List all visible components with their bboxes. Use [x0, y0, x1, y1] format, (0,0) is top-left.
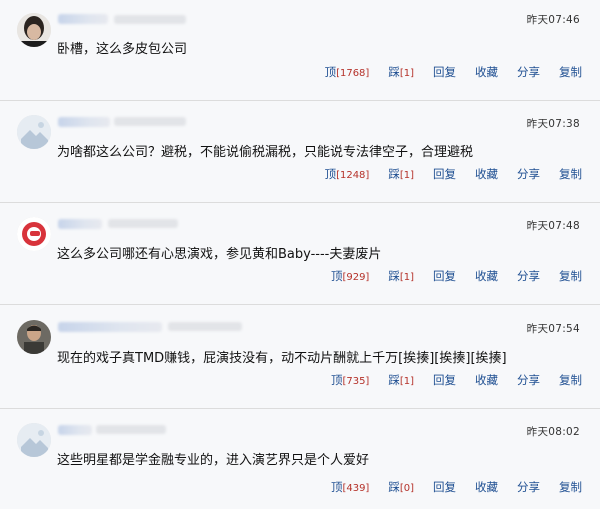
downvote-count: [1]: [399, 170, 414, 181]
comment-actions: 顶[1768] 踩[1] 回复 收藏 分享 复制: [306, 64, 582, 80]
user-location-blurred: [168, 322, 242, 331]
upvote-button[interactable]: 顶[1248]: [325, 166, 370, 182]
downvote-count: [0]: [399, 483, 414, 494]
upvote-count: [439]: [342, 483, 370, 494]
username-blurred[interactable]: [58, 425, 92, 435]
comment-item: 昨天07:46 卧槽，这么多皮包公司 顶[1768] 踩[1] 回复 收藏 分享…: [0, 0, 600, 101]
user-location-blurred: [114, 117, 186, 126]
avatar[interactable]: [17, 217, 51, 251]
copy-button[interactable]: 复制: [559, 166, 582, 182]
copy-button[interactable]: 复制: [559, 372, 582, 388]
default-avatar-icon: [17, 423, 51, 457]
copy-button[interactable]: 复制: [559, 268, 582, 284]
user-location-blurred: [114, 15, 186, 24]
downvote-count: [1]: [399, 376, 414, 387]
comment-time: 昨天07:46: [526, 14, 580, 26]
comment-time: 昨天08:02: [526, 426, 580, 438]
share-button[interactable]: 分享: [517, 166, 540, 182]
comment-time: 昨天07:54: [526, 323, 580, 335]
avatar[interactable]: [17, 423, 51, 457]
downvote-button[interactable]: 踩[0]: [388, 479, 414, 495]
downvote-button[interactable]: 踩[1]: [388, 64, 414, 80]
user-photo-icon: [17, 13, 51, 47]
upvote-button[interactable]: 顶[1768]: [325, 64, 370, 80]
comment-text: 卧槽，这么多皮包公司: [57, 42, 188, 57]
upvote-count: [929]: [342, 272, 370, 283]
downvote-button[interactable]: 踩[1]: [388, 166, 414, 182]
favorite-button[interactable]: 收藏: [475, 166, 498, 182]
comment-item: 昨天07:48 这么多公司哪还有心思演戏，参见黄和Baby----夫妻废片 顶[…: [0, 203, 600, 305]
share-button[interactable]: 分享: [517, 64, 540, 80]
comment-actions: 顶[929] 踩[1] 回复 收藏 分享 复制: [312, 268, 582, 284]
reply-button[interactable]: 回复: [433, 268, 456, 284]
copy-button[interactable]: 复制: [559, 64, 582, 80]
username-blurred[interactable]: [58, 14, 108, 24]
avatar[interactable]: [17, 320, 51, 354]
favorite-button[interactable]: 收藏: [475, 268, 498, 284]
downvote-count: [1]: [399, 68, 414, 79]
reply-button[interactable]: 回复: [433, 479, 456, 495]
default-avatar-icon: [17, 115, 51, 149]
avatar[interactable]: [17, 115, 51, 149]
username-blurred[interactable]: [58, 219, 102, 229]
username-blurred[interactable]: [58, 117, 110, 127]
comment-actions: 顶[1248] 踩[1] 回复 收藏 分享 复制: [306, 166, 582, 182]
user-location-blurred: [96, 425, 166, 434]
share-button[interactable]: 分享: [517, 479, 540, 495]
comment-feed: 昨天07:46 卧槽，这么多皮包公司 顶[1768] 踩[1] 回复 收藏 分享…: [0, 0, 600, 509]
comment-time: 昨天07:38: [526, 118, 580, 130]
comment-item: 昨天07:38 为啥都这么公司？避税，不能说偷税漏税，只能说专法律空子，合理避税…: [0, 101, 600, 203]
favorite-button[interactable]: 收藏: [475, 479, 498, 495]
share-button[interactable]: 分享: [517, 268, 540, 284]
upvote-button[interactable]: 顶[735]: [331, 372, 369, 388]
comment-item: 昨天08:02 这些明星都是学金融专业的，进入演艺界只是个人爱好 顶[439] …: [0, 409, 600, 509]
favorite-button[interactable]: 收藏: [475, 64, 498, 80]
upvote-count: [1248]: [336, 170, 370, 181]
upvote-count: [735]: [342, 376, 370, 387]
comment-actions: 顶[439] 踩[0] 回复 收藏 分享 复制: [312, 479, 582, 495]
comment-item: 昨天07:54 现在的戏子真TMD赚钱，屁演技没有，动不动片酬就上千万[挨揍][…: [0, 305, 600, 409]
comment-text: 现在的戏子真TMD赚钱，屁演技没有，动不动片酬就上千万[挨揍][挨揍][挨揍]: [57, 351, 507, 366]
comment-time: 昨天07:48: [526, 220, 580, 232]
comment-actions: 顶[735] 踩[1] 回复 收藏 分享 复制: [312, 372, 582, 388]
share-button[interactable]: 分享: [517, 372, 540, 388]
favorite-button[interactable]: 收藏: [475, 372, 498, 388]
downvote-count: [1]: [399, 272, 414, 283]
upvote-button[interactable]: 顶[929]: [331, 268, 369, 284]
app-logo-avatar-icon: [17, 217, 51, 251]
comment-text: 为啥都这么公司？避税，不能说偷税漏税，只能说专法律空子，合理避税: [57, 145, 474, 160]
avatar[interactable]: [17, 13, 51, 47]
comment-text: 这些明星都是学金融专业的，进入演艺界只是个人爱好: [57, 453, 370, 468]
user-photo-icon: [17, 320, 51, 354]
comment-text: 这么多公司哪还有心思演戏，参见黄和Baby----夫妻废片: [57, 247, 382, 262]
upvote-count: [1768]: [336, 68, 370, 79]
user-location-blurred: [108, 219, 178, 228]
upvote-button[interactable]: 顶[439]: [331, 479, 369, 495]
reply-button[interactable]: 回复: [433, 166, 456, 182]
reply-button[interactable]: 回复: [433, 64, 456, 80]
copy-button[interactable]: 复制: [559, 479, 582, 495]
username-blurred[interactable]: [58, 322, 162, 332]
reply-button[interactable]: 回复: [433, 372, 456, 388]
downvote-button[interactable]: 踩[1]: [388, 268, 414, 284]
downvote-button[interactable]: 踩[1]: [388, 372, 414, 388]
